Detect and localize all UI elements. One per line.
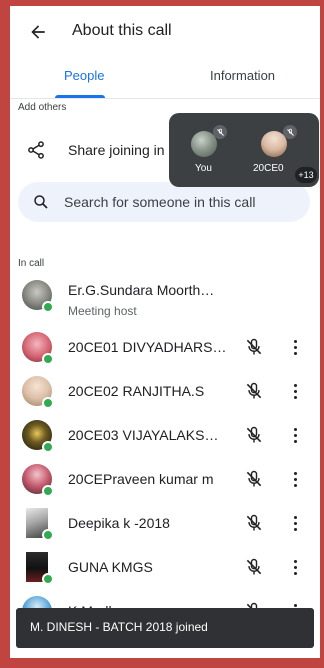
participant-list: Er.G.Sundara Moorth… Meeting host 20CE01… bbox=[10, 274, 320, 634]
online-status-dot bbox=[42, 301, 54, 313]
participant-name: Er.G.Sundara Moorth… bbox=[68, 282, 215, 298]
tab-people[interactable]: People bbox=[64, 68, 104, 83]
more-options-icon[interactable] bbox=[290, 469, 300, 489]
mic-off-icon bbox=[213, 125, 227, 139]
participant-row-host[interactable]: Er.G.Sundara Moorth… Meeting host bbox=[10, 274, 320, 326]
search-placeholder: Search for someone in this call bbox=[64, 194, 256, 210]
add-others-heading: Add others bbox=[18, 102, 67, 113]
participant-row[interactable]: 20CE03 VIJAYALAKS… bbox=[10, 414, 320, 458]
participant-row[interactable]: Deepika k -2018 bbox=[10, 502, 320, 546]
participant-name: 20CEPraveen kumar m bbox=[68, 471, 214, 487]
online-status-dot bbox=[42, 573, 54, 585]
mic-off-icon bbox=[283, 125, 297, 139]
mic-off-icon bbox=[246, 514, 262, 531]
more-options-icon[interactable] bbox=[290, 425, 300, 445]
participant-name: GUNA KMGS bbox=[68, 559, 153, 575]
participant-row[interactable]: 20CE02 RANJITHA.S bbox=[10, 370, 320, 414]
participant-name: 20CE03 VIJAYALAKS… bbox=[68, 427, 219, 443]
top-app-bar: About this call bbox=[10, 6, 320, 58]
more-options-icon[interactable] bbox=[290, 381, 300, 401]
mic-off-icon bbox=[246, 470, 262, 487]
more-options-icon[interactable] bbox=[290, 337, 300, 357]
pip-tile-name: You bbox=[195, 163, 212, 174]
share-icon bbox=[28, 141, 44, 159]
toast-text: M. DINESH - BATCH 2018 joined bbox=[30, 620, 208, 634]
meeting-host-label: Meeting host bbox=[68, 304, 137, 318]
participant-name: 20CE02 RANJITHA.S bbox=[68, 383, 205, 399]
online-status-dot bbox=[42, 353, 54, 365]
tab-indicator bbox=[55, 95, 105, 98]
online-status-dot bbox=[42, 485, 54, 497]
online-status-dot bbox=[42, 397, 54, 409]
participant-row[interactable]: GUNA KMGS bbox=[10, 546, 320, 590]
in-call-heading: In call bbox=[18, 258, 45, 269]
pip-tile-you: You bbox=[179, 123, 239, 179]
picture-in-picture-video[interactable]: You 20CE0 +13 bbox=[169, 113, 319, 187]
mic-off-icon bbox=[246, 382, 262, 399]
mic-off-icon bbox=[246, 558, 262, 575]
tab-information[interactable]: Information bbox=[210, 68, 275, 83]
online-status-dot bbox=[42, 441, 54, 453]
tab-bar: People Information bbox=[10, 58, 320, 99]
share-joining-info-label: Share joining in bbox=[68, 142, 165, 158]
online-status-dot bbox=[42, 529, 54, 541]
more-options-icon[interactable] bbox=[290, 513, 300, 533]
search-icon bbox=[34, 195, 48, 209]
page-title: About this call bbox=[72, 22, 172, 39]
app-screen: About this call People Information Add o… bbox=[10, 6, 320, 658]
participant-row[interactable]: 20CE01 DIVYADHARS… bbox=[10, 326, 320, 370]
more-participants-badge: +13 bbox=[295, 167, 317, 183]
participant-name: Deepika k -2018 bbox=[68, 515, 170, 531]
back-arrow-icon[interactable] bbox=[26, 20, 50, 44]
search-participants-input[interactable]: Search for someone in this call bbox=[18, 182, 310, 222]
mic-off-icon bbox=[246, 426, 262, 443]
participant-name: 20CE01 DIVYADHARS… bbox=[68, 339, 227, 355]
join-notification-toast: M. DINESH - BATCH 2018 joined bbox=[16, 608, 314, 648]
participant-row[interactable]: 20CEPraveen kumar m bbox=[10, 458, 320, 502]
mic-off-icon bbox=[246, 338, 262, 355]
pip-tile-name: 20CE0 bbox=[253, 163, 284, 174]
more-options-icon[interactable] bbox=[290, 557, 300, 577]
